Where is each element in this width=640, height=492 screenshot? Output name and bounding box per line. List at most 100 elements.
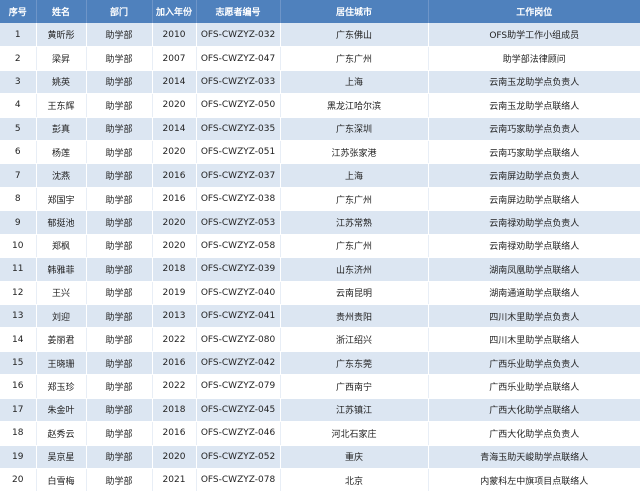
- row-index-cell: 10: [0, 234, 37, 259]
- name-cell: 郑玉珍: [36, 374, 87, 399]
- department-cell: 助学部: [86, 210, 153, 235]
- header-row: 序号 姓名 部门 加入年份 志愿者编号 居住城市 工作岗位: [0, 0, 640, 24]
- volunteer-table: 序号 姓名 部门 加入年份 志愿者编号 居住城市 工作岗位 1 黄昕彤 助学部 2010 OFS-C…: [0, 0, 640, 492]
- position-cell: 云南巧家助学点联络人: [428, 140, 640, 165]
- join-year-cell: 2020: [152, 210, 197, 235]
- table-row: 1 黄昕彤 助学部 2010 OFS-CWZYZ-032 广东佛山 OFS助学工作小组成员: [0, 23, 640, 48]
- position-cell: 青海玉助天峻助学点联络人: [428, 445, 640, 469]
- department-cell: 助学部: [86, 281, 153, 305]
- name-cell: 王东辉: [36, 93, 87, 118]
- name-cell: 郁挺池: [36, 210, 87, 235]
- name-cell: 郑枫: [36, 234, 87, 259]
- city-cell: 广西南宁: [280, 374, 429, 399]
- join-year-cell: 2018: [152, 257, 197, 282]
- name-cell: 白雪梅: [36, 468, 87, 492]
- name-cell: 姚英: [36, 70, 87, 95]
- department-cell: 助学部: [86, 140, 153, 165]
- name-cell: 刘迎: [36, 304, 87, 329]
- table-row: 4 王东辉 助学部 2020 OFS-CWZYZ-050 黑龙江哈尔滨 云南玉龙助学点联络人: [0, 93, 640, 118]
- volunteer-id-cell: OFS-CWZYZ-052: [196, 445, 281, 469]
- join-year-cell: 2016: [152, 421, 197, 446]
- table-row: 16 郑玉珍 助学部 2022 OFS-CWZYZ-079 广西南宁 广西乐业助学点联络人: [0, 374, 640, 399]
- table-row: 10 郑枫 助学部 2020 OFS-CWZYZ-058 广东广州 云南禄劝助学点联络人: [0, 234, 640, 259]
- join-year-cell: 2019: [152, 281, 197, 305]
- volunteer-id-cell: OFS-CWZYZ-051: [196, 140, 281, 165]
- volunteer-id-cell: OFS-CWZYZ-039: [196, 257, 281, 282]
- position-cell: 广西乐业助学点联络人: [428, 374, 640, 399]
- position-cell: 湖南通道助学点联络人: [428, 281, 640, 305]
- row-index-cell: 1: [0, 23, 37, 48]
- city-cell: 山东济州: [280, 257, 429, 282]
- row-index-cell: 19: [0, 445, 37, 469]
- city-cell: 江苏张家港: [280, 140, 429, 165]
- table-header: 序号 姓名 部门 加入年份 志愿者编号 居住城市 工作岗位: [0, 0, 640, 24]
- city-cell: 广东广州: [280, 234, 429, 259]
- department-cell: 助学部: [86, 327, 153, 352]
- table-row: 15 王晓珊 助学部 2016 OFS-CWZYZ-042 广东东莞 广西乐业助学点负责人: [0, 351, 640, 376]
- name-cell: 姜丽君: [36, 327, 87, 352]
- join-year-cell: 2020: [152, 445, 197, 469]
- join-year-cell: 2016: [152, 163, 197, 188]
- city-cell: 上海: [280, 70, 429, 95]
- volunteer-id-cell: OFS-CWZYZ-053: [196, 210, 281, 235]
- position-cell: 助学部法律顾问: [428, 46, 640, 71]
- position-cell: 云南玉龙助学点联络人: [428, 93, 640, 118]
- row-index-cell: 12: [0, 281, 37, 305]
- join-year-cell: 2021: [152, 468, 197, 492]
- name-cell: 杨莲: [36, 140, 87, 165]
- department-cell: 助学部: [86, 421, 153, 446]
- row-index-cell: 17: [0, 398, 37, 423]
- join-year-cell: 2013: [152, 304, 197, 329]
- row-index-cell: 11: [0, 257, 37, 282]
- volunteer-id-cell: OFS-CWZYZ-041: [196, 304, 281, 329]
- table-row: 19 吴京星 助学部 2020 OFS-CWZYZ-052 重庆 青海玉助天峻助学点联络人: [0, 445, 640, 469]
- city-cell: 北京: [280, 468, 429, 492]
- name-cell: 朱金叶: [36, 398, 87, 423]
- city-cell: 广东广州: [280, 46, 429, 71]
- city-cell: 江苏镇江: [280, 398, 429, 423]
- row-index-cell: 15: [0, 351, 37, 376]
- join-year-cell: 2007: [152, 46, 197, 71]
- position-cell: 四川木里助学点联络人: [428, 327, 640, 352]
- volunteer-id-cell: OFS-CWZYZ-033: [196, 70, 281, 95]
- position-cell: 内蒙科左中旗项目点联络人: [428, 468, 640, 492]
- join-year-cell: 2018: [152, 398, 197, 423]
- name-cell: 王兴: [36, 281, 87, 305]
- row-index-cell: 9: [0, 210, 37, 235]
- department-cell: 助学部: [86, 468, 153, 492]
- department-cell: 助学部: [86, 374, 153, 399]
- city-cell: 云南昆明: [280, 281, 429, 305]
- position-cell: 广西大化助学点负责人: [428, 421, 640, 446]
- position-cell: 湖南凤凰助学点联络人: [428, 257, 640, 282]
- name-cell: 沈燕: [36, 163, 87, 188]
- name-cell: 赵秀云: [36, 421, 87, 446]
- table-row: 2 梁昇 助学部 2007 OFS-CWZYZ-047 广东广州 助学部法律顾问: [0, 46, 640, 71]
- table-row: 11 韩雅菲 助学部 2018 OFS-CWZYZ-039 山东济州 湖南凤凰助学点联络人: [0, 257, 640, 282]
- join-year-cell: 2014: [152, 117, 197, 142]
- row-index-cell: 6: [0, 140, 37, 165]
- join-year-cell: 2010: [152, 23, 197, 48]
- position-cell: 广西乐业助学点负责人: [428, 351, 640, 376]
- name-cell: 王晓珊: [36, 351, 87, 376]
- table-row: 8 郑国宇 助学部 2016 OFS-CWZYZ-038 广东广州 云南屏边助学点联络人: [0, 187, 640, 212]
- row-index-cell: 2: [0, 46, 37, 71]
- row-index-cell: 4: [0, 93, 37, 118]
- position-cell: 云南玉龙助学点负责人: [428, 70, 640, 95]
- position-cell: 云南屏边助学点负责人: [428, 163, 640, 188]
- volunteer-id-cell: OFS-CWZYZ-042: [196, 351, 281, 376]
- name-cell: 郑国宇: [36, 187, 87, 212]
- row-index-cell: 16: [0, 374, 37, 399]
- position-cell: 云南禄劝助学点负责人: [428, 210, 640, 235]
- department-cell: 助学部: [86, 163, 153, 188]
- volunteer-id-cell: OFS-CWZYZ-058: [196, 234, 281, 259]
- join-year-cell: 2020: [152, 234, 197, 259]
- department-cell: 助学部: [86, 70, 153, 95]
- join-year-cell: 2020: [152, 140, 197, 165]
- name-cell: 吴京星: [36, 445, 87, 469]
- join-year-cell: 2014: [152, 70, 197, 95]
- column-header-position: 工作岗位: [428, 0, 640, 24]
- volunteer-id-cell: OFS-CWZYZ-035: [196, 117, 281, 142]
- row-index-cell: 8: [0, 187, 37, 212]
- volunteer-id-cell: OFS-CWZYZ-046: [196, 421, 281, 446]
- city-cell: 贵州贵阳: [280, 304, 429, 329]
